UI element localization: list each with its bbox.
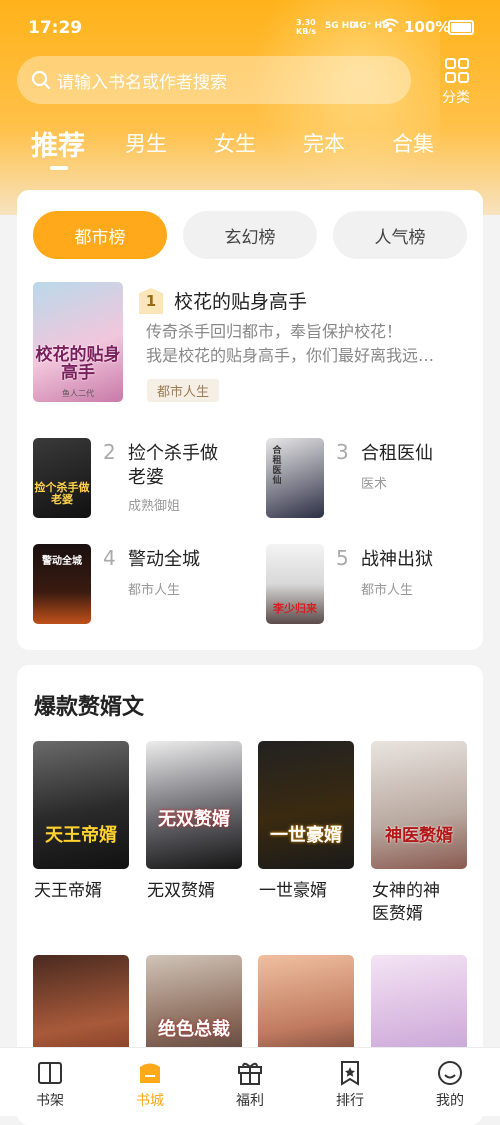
book-title[interactable]: 合租医仙 <box>361 442 433 466</box>
book-cover[interactable]: 警动全城 <box>33 544 91 624</box>
book-tag: 都市人生 <box>147 379 220 402</box>
grid-icon <box>434 58 478 83</box>
category-label: 分类 <box>442 90 470 106</box>
net-speed: 3.30 KB/s <box>296 18 316 36</box>
book-category: 医术 <box>361 477 388 492</box>
book-title[interactable]: 女神的神 医赘婿 <box>372 880 472 926</box>
book-title[interactable]: 战神出狱 <box>361 548 433 572</box>
pill-city[interactable]: 都市榜 <box>33 211 167 259</box>
category-button[interactable]: 分类 <box>434 56 478 107</box>
wifi-icon <box>381 18 399 36</box>
book-title[interactable]: 捡个杀手做 老婆 <box>128 442 218 490</box>
book-title[interactable]: 无双赘婿 <box>147 880 247 903</box>
tab-bookshelf[interactable]: 书架 <box>10 1048 90 1110</box>
book-cover[interactable]: 无双赘婿 <box>146 741 242 869</box>
pill-fantasy[interactable]: 玄幻榜 <box>183 211 317 259</box>
book-title[interactable]: 一世豪婿 <box>259 880 359 903</box>
section-title: 爆款赘婿文 <box>34 695 145 720</box>
smile-icon <box>436 1059 464 1087</box>
ranking-pills: 都市榜 玄幻榜 人气榜 <box>33 211 467 261</box>
rank-number: 3 <box>336 440 349 464</box>
book-title[interactable]: 警动全城 <box>128 548 200 572</box>
book-cover[interactable]: 一世豪婿 <box>258 741 354 869</box>
book-title[interactable]: 天王帝婿 <box>34 880 134 903</box>
clock: 17:29 <box>28 18 83 38</box>
book-title[interactable]: 校花的贴身高手 <box>174 287 307 314</box>
tab-bookstore[interactable]: 书城 <box>110 1048 190 1110</box>
tab-welfare[interactable]: 福利 <box>210 1048 290 1110</box>
book-desc: 传奇杀手回归都市，奉旨保护校花！ 我是校花的贴身高手，你们最好离我远… <box>146 322 435 365</box>
tab-ranking[interactable]: 排行 <box>310 1048 390 1110</box>
rank-number: 4 <box>103 546 116 570</box>
battery-icon <box>448 20 474 35</box>
bottom-tabbar: 书架 书城 福利 排行 我的 <box>0 1047 500 1116</box>
gift-icon <box>236 1059 264 1087</box>
search-bar[interactable]: 请输入书名或作者搜索 <box>17 56 411 104</box>
book-cover[interactable]: 李少归来 <box>266 544 324 624</box>
book-category: 都市人生 <box>128 583 181 598</box>
book-category: 成熟御姐 <box>128 499 181 514</box>
book-cover[interactable]: 校花的贴身高手 鱼人二代 <box>33 282 123 402</box>
tab-male[interactable]: 男生 <box>125 128 167 158</box>
tab-female[interactable]: 女生 <box>214 128 256 158</box>
book-cover[interactable]: 捡个杀手做老婆 <box>33 438 91 518</box>
status-bar: 17:29 3.30 KB/s 5G HD 4G⁺ HD 100% <box>0 0 500 56</box>
search-icon <box>31 70 51 90</box>
battery-percent: 100% <box>404 18 451 36</box>
rank-number: 2 <box>103 440 116 464</box>
tab-collection[interactable]: 合集 <box>392 128 434 158</box>
book-cover[interactable]: 天王帝婿 <box>33 741 129 869</box>
rank-number: 5 <box>336 546 349 570</box>
search-placeholder: 请输入书名或作者搜索 <box>57 72 227 93</box>
book-cover[interactable]: 神医赘婿 <box>371 741 467 869</box>
tab-recommend[interactable]: 推荐 <box>31 124 85 163</box>
bookmark-star-icon <box>336 1059 364 1087</box>
tab-mine[interactable]: 我的 <box>410 1048 490 1110</box>
tab-indicator <box>50 166 68 170</box>
ranking-card: 都市榜 玄幻榜 人气榜 校花的贴身高手 鱼人二代 1 校花的贴身高手 传奇杀手回… <box>17 190 483 650</box>
rank-badge: 1 <box>139 288 163 314</box>
book-icon <box>36 1059 64 1087</box>
tab-complete[interactable]: 完本 <box>303 128 345 158</box>
store-icon <box>136 1059 164 1087</box>
book-category: 都市人生 <box>361 583 414 598</box>
book-cover[interactable]: 合租医仙 <box>266 438 324 518</box>
pill-popular[interactable]: 人气榜 <box>333 211 467 259</box>
